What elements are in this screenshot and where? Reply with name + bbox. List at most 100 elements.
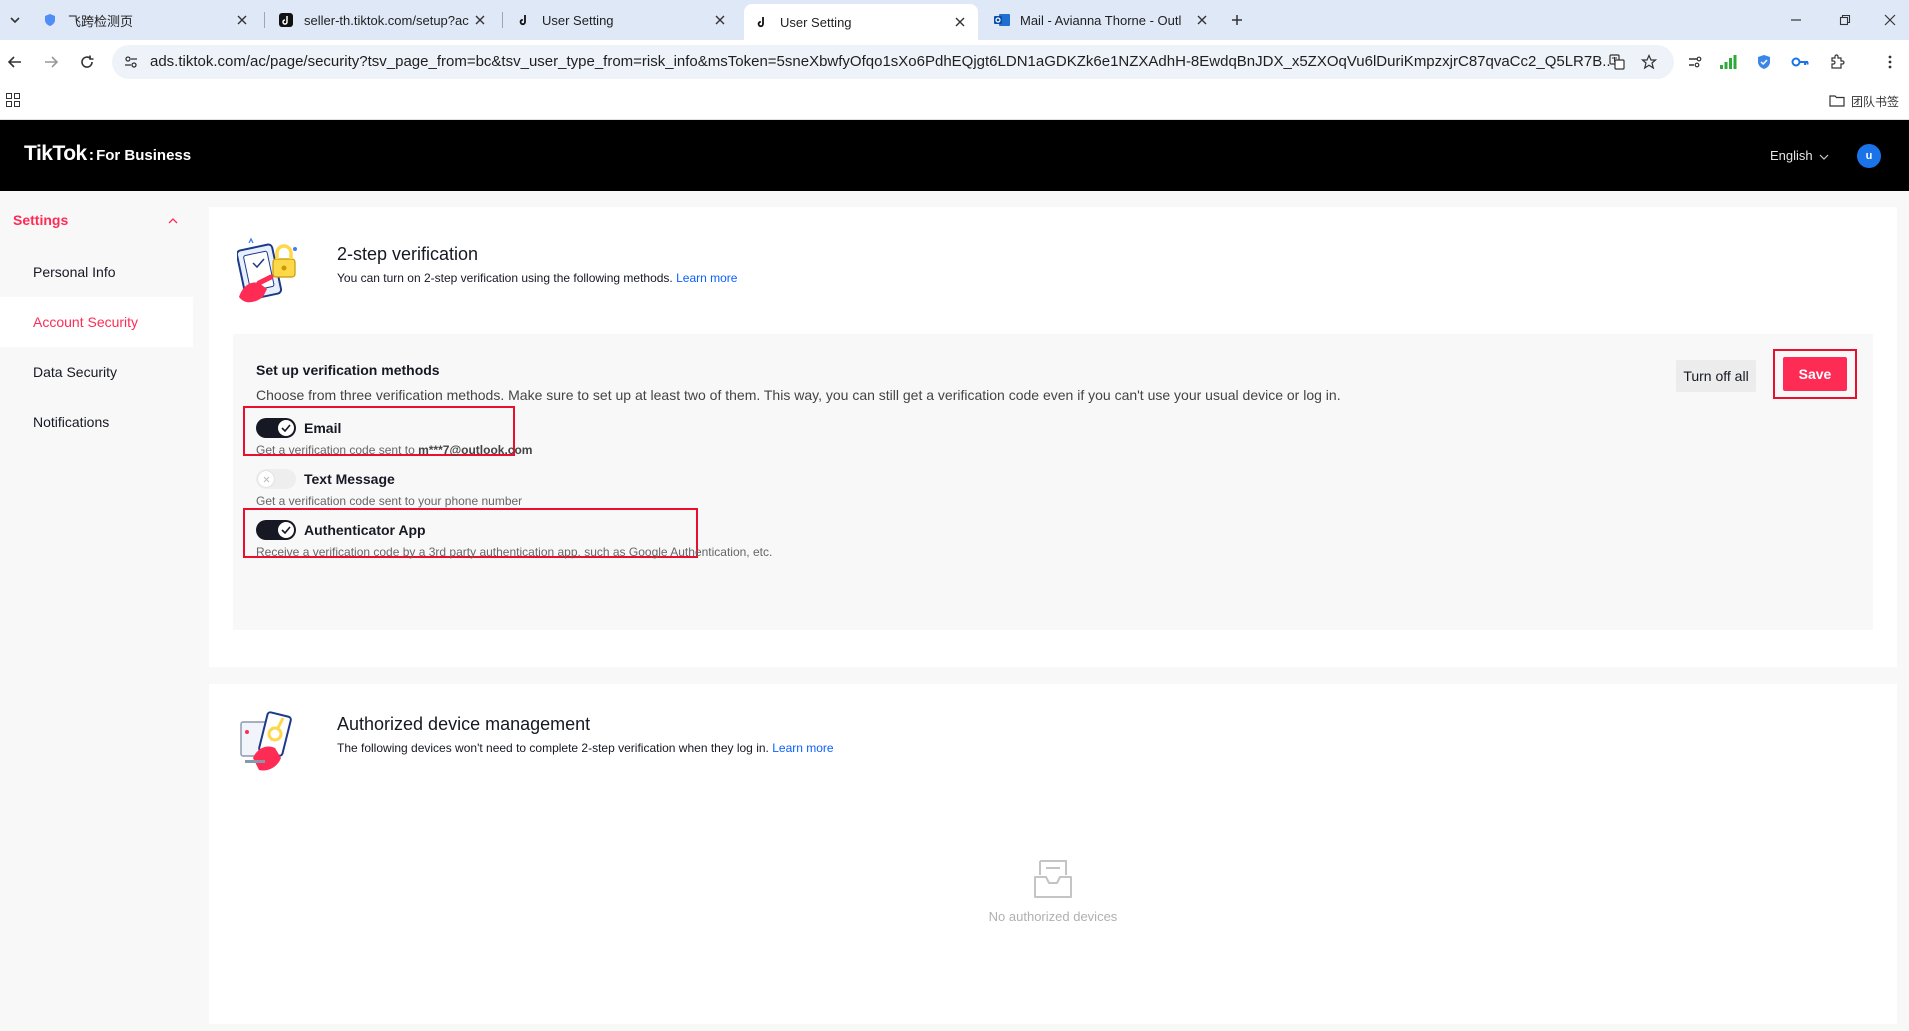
browser-tab[interactable]: User Setting	[506, 5, 738, 35]
sidebar-item-account-security[interactable]: Account Security	[0, 297, 193, 347]
devices-learn-more-link[interactable]: Learn more	[772, 741, 833, 755]
text-message-option: Text Message Get a verification code sen…	[256, 468, 522, 508]
methods-description: Choose from three verification methods. …	[256, 387, 1341, 403]
sidebar-item-label: Personal Info	[33, 264, 116, 280]
shield-favicon-icon	[42, 12, 58, 28]
sidebar-item-personal-info[interactable]: Personal Info	[0, 247, 193, 297]
chevron-up-icon	[168, 211, 178, 229]
empty-state: No authorized devices	[209, 859, 1897, 924]
tab-close-icon[interactable]	[712, 12, 728, 28]
key-extension-icon[interactable]	[1790, 52, 1810, 72]
reload-icon[interactable]	[76, 51, 98, 73]
tiktok-favicon-icon	[278, 12, 294, 28]
text-message-option-description: Get a verification code sent to your pho…	[256, 494, 523, 508]
site-info-icon[interactable]	[122, 53, 140, 71]
bookmark-star-icon[interactable]	[1640, 53, 1658, 71]
url-text: ads.tiktok.com/ac/page/security?tsv_page…	[150, 53, 1610, 70]
email-desc-text: Get a verification code sent to	[256, 443, 419, 457]
browser-tab-bar: 飞跨检测页 seller-th.tiktok.com/setup?ac User…	[0, 0, 1909, 40]
forward-icon[interactable]	[40, 51, 62, 73]
email-toggle[interactable]	[256, 418, 296, 438]
authenticator-option-description: Receive a verification code by a 3rd par…	[256, 545, 773, 559]
tab-label: Mail - Avianna Thorne - Outl	[1020, 12, 1182, 28]
authenticator-toggle[interactable]	[256, 520, 296, 540]
masked-email: m***7@outlook.com	[418, 443, 533, 457]
extensions-puzzle-icon[interactable]	[1827, 52, 1847, 72]
authenticator-option: Authenticator App Receive a verification…	[256, 519, 772, 559]
methods-title: Set up verification methods	[256, 362, 440, 378]
save-button[interactable]: Save	[1783, 357, 1847, 391]
two-step-title: 2-step verification	[337, 244, 479, 264]
sidebar-item-notifications[interactable]: Notifications	[0, 397, 193, 447]
tiktok-header: TikTok : For Business English u	[0, 120, 1909, 191]
check-icon	[278, 522, 294, 538]
tab-separator	[264, 12, 265, 28]
tab-label: 飞跨检测页	[68, 13, 134, 29]
verification-methods-panel: Set up verification methods Choose from …	[233, 334, 1873, 630]
two-step-learn-more-link[interactable]: Learn more	[676, 271, 737, 285]
sidebar-item-label: Account Security	[33, 314, 139, 330]
devices-desc-text: The following devices won't need to comp…	[337, 741, 769, 755]
apps-grid-icon[interactable]	[6, 93, 22, 109]
browser-tab-active[interactable]: User Setting	[744, 4, 978, 40]
settings-sidebar: Settings Personal Info Account Security …	[0, 191, 193, 1031]
restore-icon[interactable]	[1835, 10, 1855, 30]
devices-title: Authorized device management	[337, 714, 591, 734]
tab-close-icon[interactable]	[472, 12, 488, 28]
logo-sub: For Business	[96, 147, 192, 164]
bookmark-folder-label: 团队书签	[1850, 95, 1899, 109]
tab-search-icon[interactable]	[4, 9, 26, 31]
email-option-label: Email	[304, 420, 342, 436]
empty-inbox-icon	[1031, 859, 1075, 901]
bookmarks-bar: 团队书签	[0, 84, 1909, 120]
turn-off-all-button[interactable]: Turn off all	[1676, 360, 1756, 392]
back-icon[interactable]	[4, 51, 26, 73]
tab-separator	[502, 12, 503, 28]
new-tab-icon[interactable]	[1226, 9, 1248, 31]
x-icon	[258, 471, 274, 487]
outlook-favicon-icon	[994, 12, 1010, 28]
signal-extension-icon[interactable]	[1718, 52, 1738, 72]
authorized-device-card: Authorized device management The followi…	[209, 684, 1897, 1024]
close-window-icon[interactable]	[1880, 10, 1900, 30]
tab-close-icon[interactable]	[952, 14, 968, 30]
page-body: Settings Personal Info Account Security …	[0, 191, 1909, 1031]
device-hand-illustration-icon	[237, 708, 307, 780]
tab-label: User Setting	[780, 14, 852, 30]
two-step-desc-text: You can turn on 2-step verification usin…	[337, 271, 673, 285]
minimize-icon[interactable]	[1786, 10, 1806, 30]
sidebar-item-label: Data Security	[33, 364, 118, 380]
browser-tab[interactable]: seller-th.tiktok.com/setup?ac	[268, 5, 498, 35]
tab-label: seller-th.tiktok.com/setup?ac	[304, 12, 469, 28]
sidebar-item-label: Notifications	[33, 414, 110, 430]
language-selector[interactable]: English	[1770, 148, 1829, 163]
tiktok-business-logo[interactable]: TikTok : For Business	[24, 142, 191, 166]
phone-lock-illustration-icon	[235, 237, 307, 309]
browser-tab[interactable]: Mail - Avianna Thorne - Outl	[984, 5, 1220, 35]
browser-menu-icon[interactable]	[1880, 52, 1900, 72]
tab-close-icon[interactable]	[1194, 12, 1210, 28]
bookmark-folder[interactable]: 团队书签	[1829, 93, 1899, 110]
avatar[interactable]: u	[1857, 144, 1881, 168]
address-bar[interactable]: ads.tiktok.com/ac/page/security?tsv_page…	[112, 45, 1674, 79]
email-option-description: Get a verification code sent to m***7@ou…	[256, 443, 532, 457]
sidebar-settings-header[interactable]: Settings	[13, 211, 178, 229]
tiktok-favicon-icon	[516, 12, 532, 28]
tab-label: User Setting	[542, 12, 614, 28]
devices-description: The following devices won't need to comp…	[337, 741, 834, 755]
sidebar-item-data-security[interactable]: Data Security	[0, 347, 193, 397]
sidebar-title: Settings	[13, 212, 69, 228]
shield-extension-icon[interactable]	[1754, 52, 1774, 72]
empty-state-text: No authorized devices	[988, 909, 1118, 924]
tab-close-icon[interactable]	[234, 12, 250, 28]
save-highlight-box: Save	[1773, 349, 1857, 399]
tab-settings-icon[interactable]	[1685, 52, 1705, 72]
chevron-down-icon	[1819, 148, 1829, 163]
browser-tab[interactable]: 飞跨检测页	[32, 5, 260, 35]
text-message-option-label: Text Message	[304, 471, 395, 487]
text-message-toggle[interactable]	[256, 469, 296, 489]
tiktok-favicon-icon	[754, 14, 770, 30]
translate-icon[interactable]	[1608, 53, 1626, 71]
email-option: Email Get a verification code sent to m*…	[256, 417, 532, 457]
authenticator-option-label: Authenticator App	[304, 522, 426, 538]
